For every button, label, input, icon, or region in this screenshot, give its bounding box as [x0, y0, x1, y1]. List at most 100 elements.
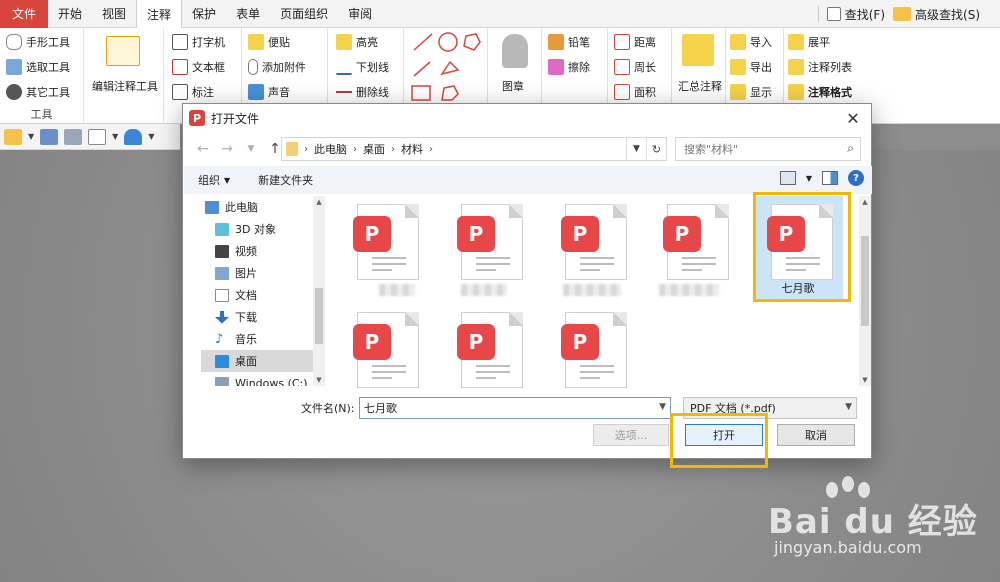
- file-item[interactable]: P: [443, 304, 533, 388]
- other-tools-button[interactable]: 其它工具: [6, 84, 70, 100]
- recent-button[interactable]: ▼: [239, 137, 263, 161]
- tab-home[interactable]: 开始: [48, 0, 92, 28]
- address-dropdown-icon[interactable]: ▼: [626, 138, 646, 160]
- perimeter-icon: [614, 59, 630, 75]
- tree-scrollbar[interactable]: ▲ ▼: [313, 196, 325, 386]
- annotation-format-button[interactable]: 注释格式: [788, 84, 852, 100]
- tree-item-downloads[interactable]: 下载: [201, 306, 313, 328]
- note-button[interactable]: 便贴: [248, 34, 290, 50]
- tab-comment[interactable]: 注释: [136, 0, 183, 29]
- search-input[interactable]: 搜索"材料" ⌕: [675, 137, 861, 161]
- scroll-down-icon[interactable]: ▼: [859, 376, 871, 384]
- file-item[interactable]: P: [339, 196, 429, 300]
- perimeter-button[interactable]: 周长: [614, 59, 656, 75]
- import-button[interactable]: 导入: [730, 34, 772, 50]
- menu-file[interactable]: 文件: [0, 0, 48, 28]
- eraser-label: 擦除: [568, 61, 590, 74]
- attachment-button[interactable]: 添加附件: [248, 59, 306, 75]
- hand-tool-button[interactable]: 手形工具: [6, 34, 70, 50]
- show-icon: [730, 84, 746, 100]
- flatten-button[interactable]: 展平: [788, 34, 830, 50]
- path-this-pc[interactable]: 此电脑: [314, 141, 347, 157]
- underline-icon: [336, 59, 352, 75]
- tab-view[interactable]: 视图: [92, 0, 136, 28]
- path-separator-icon: ›: [304, 143, 308, 155]
- new-folder-button[interactable]: 新建文件夹: [244, 172, 327, 188]
- textbox-button[interactable]: 文本框: [172, 59, 225, 75]
- baidu-jingyan-watermark: Bai du 经验 jingyan.baidu.com: [764, 476, 994, 576]
- refresh-icon[interactable]: ↻: [646, 138, 666, 160]
- summary-button[interactable]: 汇总注释: [678, 78, 722, 94]
- path-materials[interactable]: 材料: [401, 141, 423, 157]
- highlight-button[interactable]: 高亮: [336, 34, 378, 50]
- advanced-find-label: 高级查找(S): [915, 7, 980, 22]
- file-item[interactable]: P: [339, 304, 429, 388]
- tree-item-documents[interactable]: 文档: [201, 284, 313, 306]
- typewriter-button[interactable]: 打字机: [172, 34, 225, 50]
- annotation-format-icon: [788, 84, 804, 100]
- open-caret-icon[interactable]: ▼: [28, 132, 34, 141]
- other-tools-label: 其它工具: [26, 86, 70, 99]
- email-icon[interactable]: [88, 128, 107, 145]
- tree-item-music[interactable]: ♪ 音乐: [201, 328, 313, 350]
- view-dropdown-icon[interactable]: ▼: [806, 174, 812, 183]
- tab-protect[interactable]: 保护: [182, 0, 226, 28]
- address-bar[interactable]: › 此电脑 › 桌面 › 材料 › ▼ ↻: [281, 137, 667, 161]
- file-list-scrollbar[interactable]: ▲ ▼: [859, 196, 871, 386]
- underline-button[interactable]: 下划线: [336, 59, 389, 75]
- tab-review[interactable]: 审阅: [338, 0, 382, 28]
- preview-pane-icon[interactable]: [822, 171, 838, 185]
- cancel-button[interactable]: 取消: [777, 424, 855, 446]
- close-button[interactable]: ✕: [843, 108, 863, 128]
- pencil-button[interactable]: 铅笔: [548, 34, 590, 50]
- tree-item-desktop[interactable]: 桌面: [201, 350, 313, 372]
- file-item[interactable]: P: [443, 196, 533, 300]
- back-button[interactable]: ←: [191, 137, 215, 161]
- scroll-up-icon[interactable]: ▲: [859, 198, 871, 206]
- edit-annotation-button[interactable]: 编辑注释工具: [92, 78, 158, 94]
- scan-icon[interactable]: [124, 128, 143, 145]
- sound-button[interactable]: 声音: [248, 84, 290, 100]
- tab-organize[interactable]: 页面组织: [270, 0, 338, 28]
- scroll-down-icon[interactable]: ▼: [313, 376, 325, 384]
- advanced-find-button[interactable]: 高级查找(S): [893, 6, 980, 23]
- tree-item-this-pc[interactable]: 此电脑: [201, 196, 313, 218]
- eraser-button[interactable]: 擦除: [548, 59, 590, 75]
- find-button[interactable]: 查找(F): [826, 6, 885, 23]
- annotation-list-button[interactable]: 注释列表: [788, 59, 852, 75]
- annotation-list-icon: [788, 59, 804, 75]
- view-mode-icon[interactable]: [779, 171, 796, 185]
- file-item[interactable]: P: [547, 304, 637, 388]
- print-icon[interactable]: [64, 128, 83, 145]
- scroll-thumb[interactable]: [315, 288, 323, 344]
- scan-caret-icon[interactable]: ▼: [148, 132, 154, 141]
- help-icon[interactable]: ?: [848, 170, 864, 186]
- tree-item-label: 视频: [235, 245, 257, 258]
- distance-button[interactable]: 距离: [614, 34, 656, 50]
- tree-item-pictures[interactable]: 图片: [201, 262, 313, 284]
- organize-button[interactable]: 组织 ▼: [184, 172, 244, 188]
- tree-item-windows-c[interactable]: Windows (C:): [201, 372, 313, 386]
- open-folder-icon[interactable]: [4, 128, 22, 145]
- tree-item-videos[interactable]: 视频: [201, 240, 313, 262]
- save-icon[interactable]: [40, 128, 59, 145]
- tree-item-3d[interactable]: 3D 对象: [201, 218, 313, 240]
- scroll-thumb[interactable]: [861, 236, 869, 326]
- email-caret-icon[interactable]: ▼: [112, 132, 118, 141]
- area-button[interactable]: 面积: [614, 84, 656, 100]
- select-tool-button[interactable]: 选取工具: [6, 59, 70, 75]
- file-item[interactable]: P: [547, 196, 637, 300]
- options-button[interactable]: 选项...: [593, 424, 669, 446]
- chevron-down-icon[interactable]: ▼: [659, 402, 666, 412]
- stamp-button[interactable]: 图章: [502, 78, 524, 94]
- tab-form[interactable]: 表单: [226, 0, 270, 28]
- export-button[interactable]: 导出: [730, 59, 772, 75]
- file-item[interactable]: P: [649, 196, 739, 300]
- strikeout-button[interactable]: 删除线: [336, 84, 389, 100]
- filename-input[interactable]: 七月歌 ▼: [359, 397, 671, 419]
- callout-button[interactable]: 标注: [172, 84, 214, 100]
- forward-button[interactable]: →: [215, 137, 239, 161]
- path-desktop[interactable]: 桌面: [363, 141, 385, 157]
- show-button[interactable]: 显示: [730, 84, 772, 100]
- scroll-up-icon[interactable]: ▲: [313, 198, 325, 206]
